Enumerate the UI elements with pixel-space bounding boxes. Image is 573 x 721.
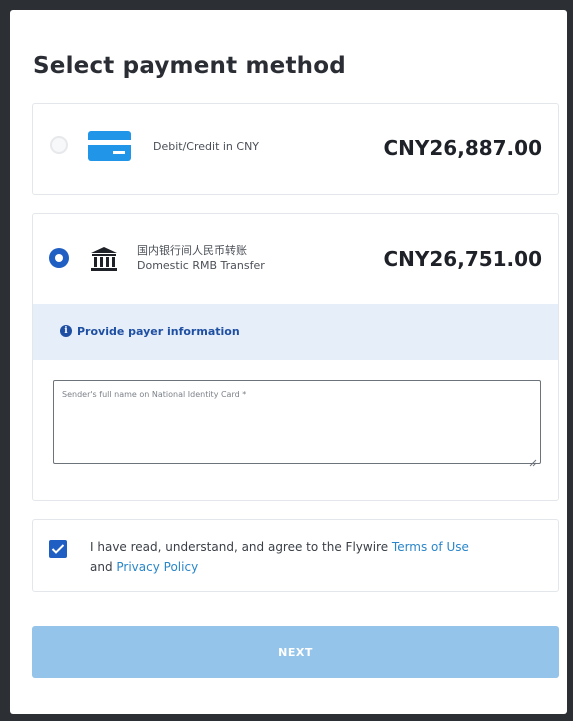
next-button[interactable]: NEXT: [32, 626, 559, 678]
agreement-box: I have read, understand, and agree to th…: [32, 519, 559, 592]
payment-option-label: Debit/Credit in CNY: [153, 140, 260, 153]
payment-option-label: 国内银行间人民币转账 Domestic RMB Transfer: [137, 243, 265, 273]
sender-name-placeholder: Sender's full name on National Identity …: [62, 390, 247, 399]
agreement-text: I have read, understand, and agree to th…: [90, 537, 550, 577]
page-title: Select payment method: [33, 53, 346, 79]
payment-option-label-cn: 国内银行间人民币转账: [137, 244, 247, 257]
credit-card-icon: [88, 131, 131, 161]
payment-option-amount: CNY26,887.00: [383, 136, 542, 160]
info-icon: i: [60, 325, 72, 337]
payment-option-domestic-rmb[interactable]: 国内银行间人民币转账 Domestic RMB Transfer CNY26,7…: [32, 213, 559, 501]
payer-info-banner: i Provide payer information: [33, 304, 558, 360]
payment-option-label-en: Domestic RMB Transfer: [137, 259, 265, 272]
radio-domestic-rmb[interactable]: [49, 248, 69, 268]
agreement-prefix: I have read, understand, and agree to th…: [90, 540, 392, 554]
payment-option-amount: CNY26,751.00: [383, 247, 542, 271]
checkmark-icon: [51, 544, 65, 554]
agreement-middle: and: [90, 560, 117, 574]
payer-info-heading: Provide payer information: [77, 325, 240, 338]
radio-debit-credit[interactable]: [50, 136, 68, 154]
privacy-policy-link[interactable]: Privacy Policy: [116, 560, 198, 574]
bank-icon: [89, 246, 119, 272]
agree-checkbox[interactable]: [49, 540, 67, 558]
sender-name-field[interactable]: Sender's full name on National Identity …: [53, 380, 541, 467]
payment-option-debit-credit[interactable]: Debit/Credit in CNY CNY26,887.00: [32, 103, 559, 195]
terms-of-use-link[interactable]: Terms of Use: [392, 540, 469, 554]
resize-handle-icon[interactable]: [529, 452, 537, 467]
payment-panel: Select payment method Debit/Credit in CN…: [10, 10, 567, 714]
